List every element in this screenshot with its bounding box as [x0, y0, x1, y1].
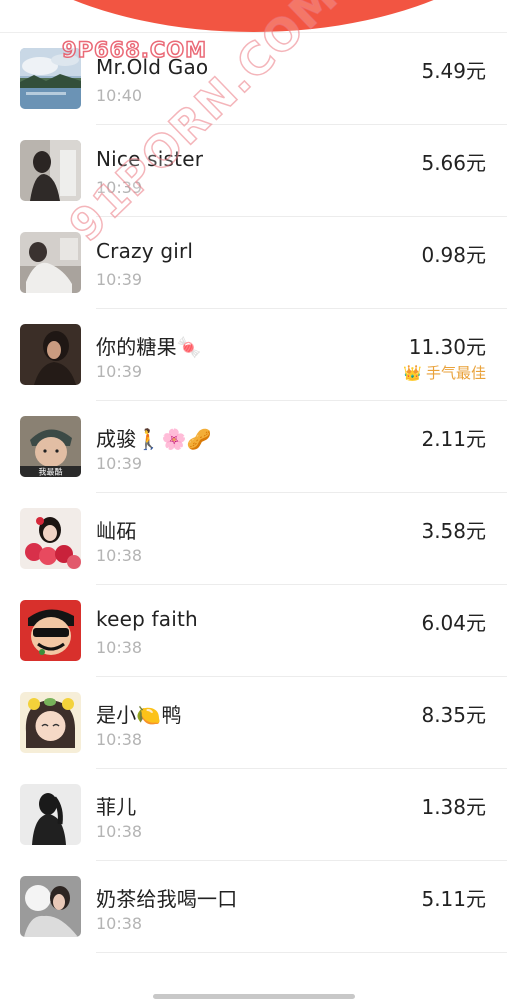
amount: 0.98元	[421, 243, 486, 267]
list-item[interactable]: 奶茶给我喝一口 10:38 5.11元	[20, 861, 507, 953]
recipient-name: 奶茶给我喝一口	[96, 887, 238, 911]
amount: 3.58元	[421, 519, 486, 543]
list-item[interactable]: 是小🍋鸭 10:38 8.35元	[20, 677, 507, 769]
avatar[interactable]	[20, 48, 81, 109]
receive-time: 10:38	[96, 914, 143, 933]
silhouette-photo-icon	[20, 784, 81, 845]
best-luck-badge: 👑 手气最佳	[403, 362, 486, 383]
receive-time: 10:38	[96, 546, 143, 565]
recipient-name: 菲儿	[96, 795, 137, 819]
cartoon-face-icon	[20, 600, 81, 661]
list-item[interactable]: Nice sister 10:39 5.66元	[20, 125, 507, 217]
amount: 6.04元	[421, 611, 486, 635]
amount: 8.35元	[421, 703, 486, 727]
recipient-name: 是小🍋鸭	[96, 703, 182, 727]
amount: 2.11元	[421, 427, 486, 451]
landscape-icon	[20, 48, 81, 109]
receive-time: 10:39	[96, 178, 143, 197]
child-photo-icon: 我最酷	[20, 416, 81, 477]
avatar[interactable]	[20, 324, 81, 385]
amount: 1.38元	[421, 795, 486, 819]
list-item[interactable]: 你的糖果🍬 10:39 11.30元 👑 手气最佳	[20, 309, 507, 401]
cartoon-girl-icon	[20, 692, 81, 753]
list-item[interactable]: Mr.Old Gao 10:40 5.49元	[20, 33, 507, 125]
list-item[interactable]: 菲儿 10:38 1.38元	[20, 769, 507, 861]
avatar[interactable]	[20, 600, 81, 661]
amount: 5.66元	[421, 151, 486, 175]
recipient-name: 你的糖果🍬	[96, 335, 202, 359]
red-packet-header-banner	[0, 0, 507, 32]
recipient-name: Crazy girl	[96, 239, 194, 263]
list-item[interactable]: 屾砳 10:38 3.58元	[20, 493, 507, 585]
avatar[interactable]	[20, 232, 81, 293]
avatar[interactable]	[20, 508, 81, 569]
amount: 5.49元	[421, 59, 486, 83]
crown-icon: 👑	[403, 364, 422, 382]
recipient-name: Mr.Old Gao	[96, 55, 209, 79]
avatar[interactable]	[20, 692, 81, 753]
recipient-name: Nice sister	[96, 147, 204, 171]
receive-time: 10:38	[96, 730, 143, 749]
amount: 5.11元	[421, 887, 486, 911]
avatar[interactable]	[20, 140, 81, 201]
list-item[interactable]: keep faith 10:38 6.04元	[20, 585, 507, 677]
person-photo-icon	[20, 232, 81, 293]
list-item[interactable]: 我最酷 成骏🚶🌸🥜 10:39 2.11元	[20, 401, 507, 493]
receive-time: 10:39	[96, 362, 143, 381]
receive-time: 10:40	[96, 86, 143, 105]
list-item[interactable]: Crazy girl 10:39 0.98元	[20, 217, 507, 309]
receive-time: 10:38	[96, 822, 143, 841]
recipient-name: 成骏🚶🌸🥜	[96, 427, 212, 451]
recipient-name: keep faith	[96, 607, 198, 631]
home-indicator[interactable]	[153, 994, 355, 999]
receive-time: 10:39	[96, 454, 143, 473]
receive-time: 10:38	[96, 638, 143, 657]
person-photo-icon	[20, 324, 81, 385]
person-photo-icon	[20, 876, 81, 937]
person-photo-icon	[20, 140, 81, 201]
avatar[interactable]: 我最酷	[20, 416, 81, 477]
avatar[interactable]	[20, 784, 81, 845]
avatar-caption: 我最酷	[39, 467, 63, 477]
recipient-list: Mr.Old Gao 10:40 5.49元 Nice sister 10:39…	[0, 33, 507, 953]
red-packet-detail-page: Mr.Old Gao 10:40 5.49元 Nice sister 10:39…	[0, 0, 507, 1000]
avatar[interactable]	[20, 876, 81, 937]
recipient-name: 屾砳	[96, 519, 137, 543]
best-luck-label: 手气最佳	[425, 364, 486, 382]
flowers-photo-icon	[20, 508, 81, 569]
amount: 11.30元	[408, 335, 486, 359]
receive-time: 10:39	[96, 270, 143, 289]
